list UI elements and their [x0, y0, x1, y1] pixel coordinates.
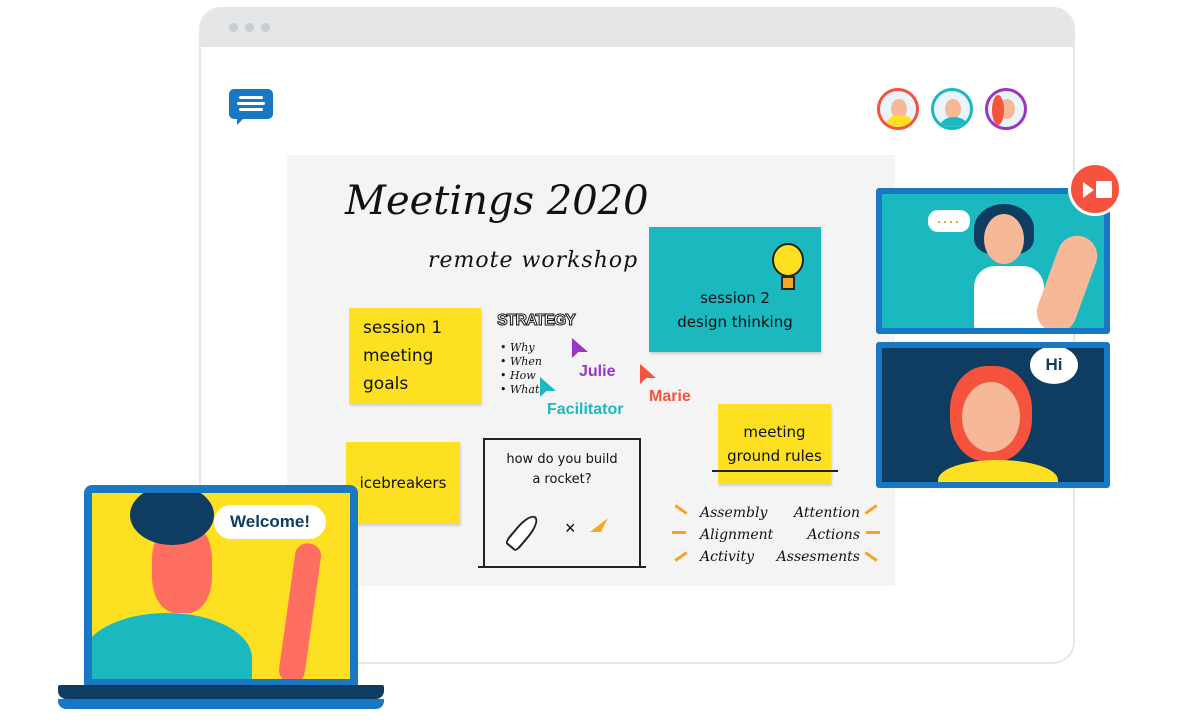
a-words-list: Assembly Attention Alignment Actions Activ… — [700, 505, 860, 565]
person-face — [984, 214, 1024, 264]
sticky-note-icebreakers[interactable]: icebreakers — [346, 442, 460, 524]
lightbulb-base — [781, 276, 795, 290]
sparkle-icon — [672, 531, 686, 534]
chat-logo-icon — [229, 89, 273, 125]
window-dot[interactable] — [261, 23, 270, 32]
window-dot[interactable] — [245, 23, 254, 32]
double-arrow-icon — [712, 470, 838, 472]
cursor-label-marie: Marie — [649, 388, 691, 405]
laptop-base-edge — [58, 699, 384, 709]
browser-titlebar — [201, 9, 1073, 47]
strategy-list: • Why • When • How • What — [500, 341, 542, 396]
note-text: meeting — [743, 423, 806, 441]
window-dot[interactable] — [229, 23, 238, 32]
rocket-question: how do you build a rocket? — [506, 452, 618, 487]
laptop: Welcome! — [84, 485, 358, 685]
laptop-base — [58, 685, 384, 699]
cursor-label-julie: Julie — [579, 363, 616, 380]
board-title: Meetings 2020 — [345, 178, 649, 224]
note-text: design thinking — [677, 312, 793, 331]
video-tile-2[interactable]: Hi — [876, 342, 1110, 488]
typing-bubble: .... — [928, 210, 970, 232]
strategy-item: What — [510, 383, 540, 396]
note-text: meeting goals — [363, 346, 434, 394]
strategy-item: When — [510, 355, 542, 368]
sticky-note-ground-rules[interactable]: meeting ground rules — [718, 404, 831, 484]
video-tile-1[interactable]: .... — [876, 188, 1110, 334]
participant-avatar[interactable] — [931, 88, 973, 130]
note-text: session 2 — [700, 288, 770, 307]
person-face — [962, 382, 1020, 452]
welcome-bubble: Welcome! — [214, 505, 326, 539]
note-text: ground rules — [727, 447, 822, 465]
participant-avatar[interactable] — [985, 88, 1027, 130]
lightbulb-icon — [772, 243, 804, 277]
note-text: session 1 — [363, 318, 443, 338]
cursor-label-facilitator: Facilitator — [547, 401, 624, 418]
strategy-item: How — [510, 369, 536, 382]
board-subtitle: remote workshop — [428, 248, 639, 273]
participant-avatar[interactable] — [877, 88, 919, 130]
laptop-screen: Welcome! — [92, 493, 350, 679]
strategy-heading: STRATEGY — [497, 312, 577, 330]
sticky-note-session-1[interactable]: session 1 meeting goals — [349, 308, 481, 404]
strategy-item: Why — [510, 341, 535, 354]
record-stop-icon[interactable] — [1068, 162, 1122, 216]
rocket-frame-base — [478, 566, 646, 568]
sparkle-icon — [866, 531, 880, 534]
note-text: icebreakers — [359, 474, 447, 492]
plus-icon: × — [565, 518, 576, 538]
speech-bubble: Hi — [1030, 348, 1078, 384]
